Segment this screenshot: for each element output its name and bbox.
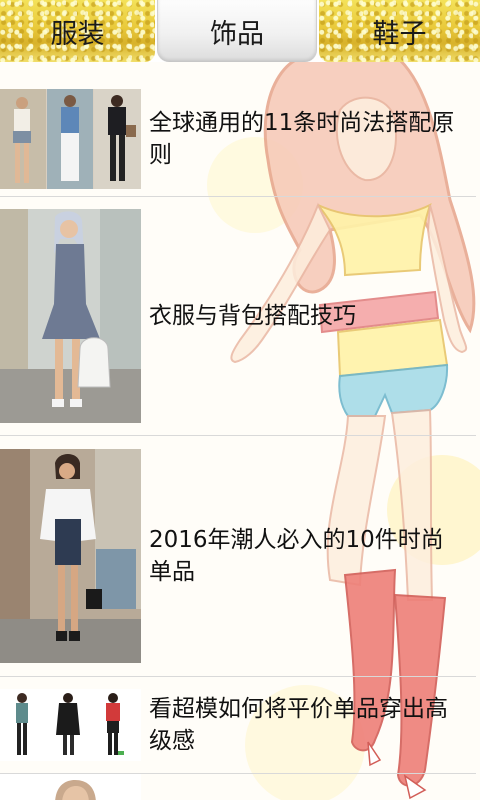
tab-shoes[interactable]: 鞋子 xyxy=(319,0,480,62)
three-models-full-body-image xyxy=(0,689,141,761)
list-item[interactable]: 看超模如何将平价单品穿出高级感 xyxy=(0,677,476,774)
tab-accessories-label: 饰品 xyxy=(210,18,264,50)
tab-clothing-label: 服装 xyxy=(50,18,105,50)
tab-clothing[interactable]: 服装 xyxy=(0,0,155,62)
list-item[interactable]: 衣服与背包搭配技巧 xyxy=(0,197,476,436)
article-title: 2016年潮人必入的10件时尚单品 xyxy=(149,527,444,585)
woman-grey-dress-white-backpack-image xyxy=(0,209,141,423)
woman-white-blouse-denim-skirt-image xyxy=(0,449,141,663)
app-screen: 服装 饰品 鞋子 全球通用的11条时尚法搭配原则 衣服与背包搭配技巧 2016年… xyxy=(0,0,480,800)
list-item[interactable]: 2016年潮人必入的10件时尚单品 xyxy=(0,436,476,677)
article-list: 全球通用的11条时尚法搭配原则 衣服与背包搭配技巧 2016年潮人必入的10件时… xyxy=(0,82,480,800)
article-title: 衣服与背包搭配技巧 xyxy=(149,303,356,329)
article-title: 全球通用的11条时尚法搭配原则 xyxy=(149,110,455,168)
category-tab-bar: 服装 饰品 鞋子 xyxy=(0,0,480,62)
tab-accessories[interactable]: 饰品 xyxy=(157,0,317,62)
tab-shoes-label: 鞋子 xyxy=(372,18,427,50)
three-women-street-outfits-image xyxy=(0,89,141,189)
partial-woman-portrait-image xyxy=(0,774,141,800)
list-item[interactable]: 全球通用的11条时尚法搭配原则 xyxy=(0,82,476,197)
list-item[interactable] xyxy=(0,774,476,800)
article-title: 看超模如何将平价单品穿出高级感 xyxy=(149,696,448,754)
